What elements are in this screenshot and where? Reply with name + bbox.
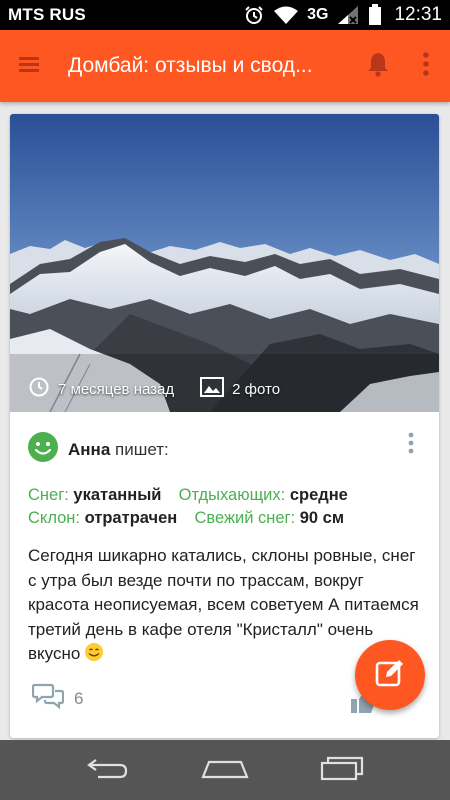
menu-icon	[17, 54, 41, 79]
crowd-value: средне	[289, 486, 348, 504]
mountain-photo	[10, 114, 439, 412]
network-type: 3G	[307, 6, 329, 23]
write-review-fab[interactable]	[355, 640, 425, 710]
photo-meta: 7 месяцев назад 2 фото	[28, 376, 280, 402]
alarm-icon	[243, 4, 265, 26]
comments-count: 6	[74, 688, 84, 708]
battery-icon	[368, 4, 382, 26]
author-row: Анна пишет:	[28, 432, 169, 467]
home-button[interactable]	[190, 745, 260, 795]
snow-label: Снег:	[28, 486, 69, 504]
comments-icon	[31, 682, 65, 715]
fresh-snow-label: Свежий снег:	[194, 509, 296, 527]
crowd-label: Отдыхающих:	[178, 486, 286, 504]
time-ago-label: 7 месяцев назад	[58, 380, 175, 398]
bell-icon	[366, 51, 390, 82]
app-bar: Домбай: отзывы и свод...	[0, 30, 450, 102]
clock-icon	[28, 376, 50, 402]
notifications-button[interactable]	[352, 30, 404, 102]
author-suffix: пишет:	[110, 439, 169, 459]
menu-button[interactable]	[0, 30, 58, 102]
snow-value: укатанный	[73, 486, 162, 504]
image-icon	[200, 377, 225, 401]
status-icons: 3G 12:31	[243, 4, 442, 26]
recents-button[interactable]	[307, 745, 377, 795]
wifi-icon	[273, 5, 299, 25]
author-line: Анна пишет:	[68, 440, 169, 460]
status-bar: MTS RUS 3G 12:31	[0, 0, 450, 30]
home-icon	[201, 756, 249, 785]
conditions-line-1: Снег: укатанный Отдыхающих: средне	[28, 484, 348, 507]
photo-count[interactable]: 2 фото	[200, 377, 280, 401]
carrier-name: MTS RUS	[8, 5, 86, 24]
back-button[interactable]	[73, 745, 143, 795]
clock: 12:31	[394, 4, 442, 25]
conditions-line-2: Склон: отратрачен Свежий снег: 90 см	[28, 507, 348, 530]
more-vertical-icon	[408, 432, 414, 459]
page-title: Домбай: отзывы и свод...	[68, 54, 313, 77]
time-ago: 7 месяцев назад	[28, 376, 174, 402]
slope-value: отратрачен	[84, 509, 178, 527]
conditions: Снег: укатанный Отдыхающих: средне Склон…	[28, 484, 348, 530]
fresh-snow-value: 90 см	[299, 509, 345, 527]
signal-icon	[336, 5, 360, 25]
photo-count-label: 2 фото	[232, 380, 281, 398]
system-nav-bar	[0, 740, 450, 800]
slope-label: Склон:	[28, 509, 81, 527]
overflow-icon	[422, 51, 430, 82]
smiley-icon	[28, 432, 58, 467]
back-icon	[86, 756, 130, 785]
author-name[interactable]: Анна	[68, 440, 110, 459]
recents-icon	[320, 755, 364, 786]
card-menu-button[interactable]	[399, 432, 423, 458]
smile-emoji-icon	[84, 642, 104, 670]
review-photo[interactable]: 7 месяцев назад 2 фото	[10, 114, 439, 412]
overflow-menu-button[interactable]	[404, 30, 448, 102]
comments-button[interactable]: 6	[31, 682, 84, 715]
edit-icon	[374, 657, 406, 694]
